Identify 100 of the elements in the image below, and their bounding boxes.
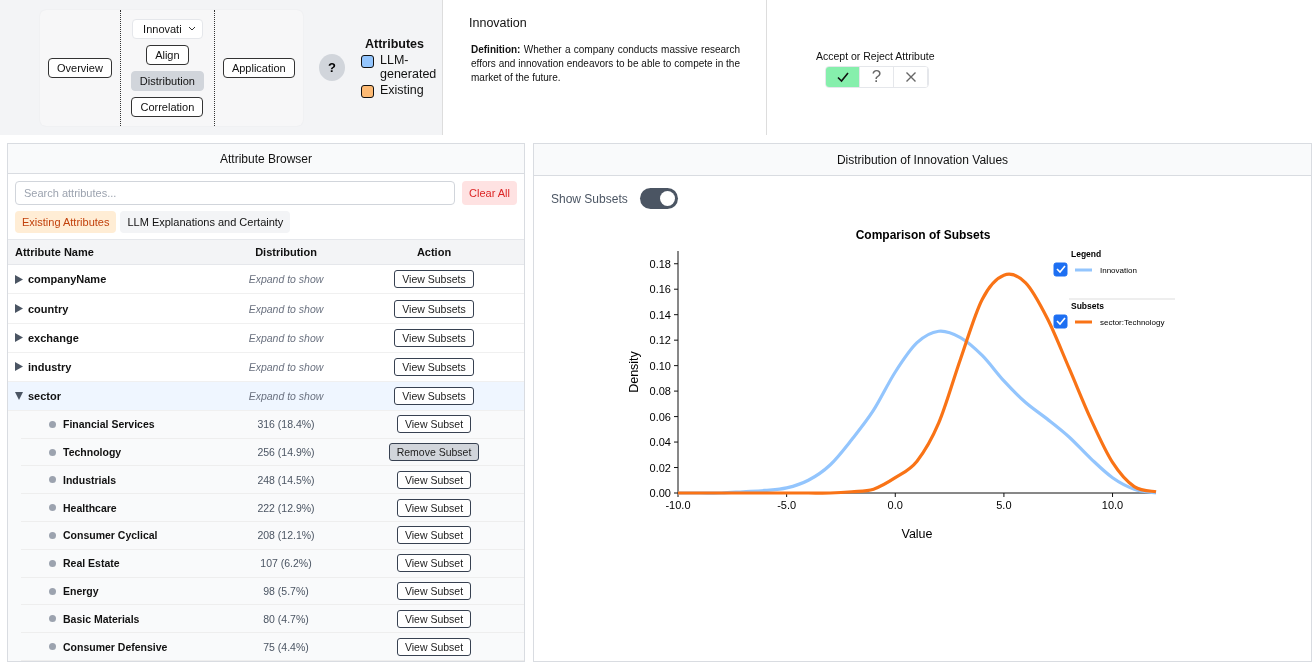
- count-cell-text: 316 (18.4%): [256, 418, 316, 431]
- definition-text: Definition: Whether a company conducts massive research effors and innovation endeavors to be able to compete in the market of the future.: [471, 43, 740, 85]
- attribute-name: industry: [28, 360, 72, 373]
- view-button[interactable]: Distribution: [130, 70, 204, 91]
- bullet-icon: [49, 504, 56, 512]
- legend-line: [1074, 320, 1092, 324]
- subset-button[interactable]: View Subset: [396, 637, 472, 656]
- legend-checkbox[interactable]: [1053, 314, 1067, 329]
- x-tick-label: 10.0: [1101, 499, 1123, 511]
- verdict-label: Accept or Reject Attribute: [816, 50, 935, 62]
- view-subsets-button[interactable]: View Subsets: [394, 299, 474, 318]
- legend-label: LLM-generated: [380, 53, 438, 81]
- caret-right-icon[interactable]: [15, 362, 23, 372]
- help-button[interactable]: ?: [318, 54, 345, 81]
- filter-tab[interactable]: LLM Explanations and Certainty: [120, 211, 291, 234]
- y-axis-label: Density: [626, 351, 641, 393]
- subset-button[interactable]: View Subset: [396, 470, 472, 489]
- attribute-name: country: [28, 302, 69, 315]
- x-tick-label: 5.0: [995, 499, 1012, 511]
- y-tick-label: 0.08: [649, 385, 671, 398]
- subset-name: Healthcare: [63, 501, 117, 514]
- y-tick-label: 0.06: [649, 410, 671, 423]
- toggle-label: Show Subsets: [551, 191, 628, 206]
- count-cell-text: 107 (6.2%): [259, 557, 313, 570]
- attribute-name: companyName: [28, 273, 107, 286]
- y-tick-label: 0.00: [649, 487, 671, 499]
- subset-name: Real Estate: [63, 557, 120, 570]
- bullet-icon: [49, 531, 56, 539]
- attribute-name: exchange: [28, 331, 79, 344]
- column-header: Distribution: [254, 245, 318, 261]
- bullet-icon: [49, 615, 56, 623]
- distribution-cell-text: Expand to show: [247, 389, 325, 402]
- view-button[interactable]: Correlation: [131, 96, 204, 117]
- legend-line: [1074, 268, 1092, 272]
- column-header: Attribute Name: [14, 245, 95, 261]
- panel-title: Distribution of Innovation Values: [534, 144, 1311, 176]
- caret-down-icon[interactable]: [15, 391, 23, 401]
- subset-name: Energy: [63, 585, 99, 597]
- attribute-dropdown[interactable]: Innovati: [132, 18, 203, 39]
- attribute-title: Innovation: [469, 16, 528, 30]
- subset-name: Consumer Defensive: [63, 640, 168, 653]
- distribution-cell-text: Expand to show: [247, 273, 325, 286]
- count-cell-text: 222 (12.9%): [256, 501, 316, 514]
- application-button[interactable]: Application: [222, 57, 295, 78]
- subset-name: Technology: [63, 446, 122, 459]
- x-tick-label: -5.0: [776, 499, 796, 511]
- bullet-icon: [49, 587, 56, 595]
- bullet-icon: [49, 448, 56, 456]
- clear-all-button[interactable]: Clear All: [462, 181, 517, 206]
- overview-button[interactable]: Overview: [48, 57, 112, 78]
- panel-title: Attribute Browser: [8, 144, 524, 175]
- view-subsets-button[interactable]: View Subsets: [394, 270, 474, 289]
- y-tick-label: 0.10: [649, 359, 671, 372]
- legend-heading: Subsets: [1070, 301, 1104, 311]
- subset-button[interactable]: View Subset: [396, 526, 472, 545]
- bullet-icon: [49, 476, 56, 484]
- search-field[interactable]: Search attributes...: [15, 181, 456, 206]
- legend-label: Innovation: [1099, 266, 1137, 275]
- subset-button[interactable]: View Subset: [396, 498, 472, 517]
- y-tick-label: 0.16: [649, 283, 671, 296]
- close-icon: [903, 70, 918, 84]
- subset-name: Consumer Cyclical: [63, 529, 158, 542]
- view-button[interactable]: Align: [146, 44, 189, 65]
- subset-name: Industrials: [63, 473, 117, 486]
- view-subsets-button[interactable]: View Subsets: [394, 386, 474, 405]
- legend-checkbox[interactable]: [1053, 262, 1067, 277]
- legend-heading: Legend: [1070, 249, 1101, 259]
- count-cell-text: 80 (4.7%): [262, 612, 310, 625]
- count-cell-text: 208 (12.1%): [256, 529, 316, 542]
- chevron-icon: [187, 25, 196, 32]
- subset-button[interactable]: View Subset: [396, 415, 472, 434]
- distribution-cell-text: Expand to show: [247, 302, 325, 315]
- x-axis-label: Value: [901, 527, 932, 541]
- subset-button[interactable]: Remove Subset: [388, 443, 480, 462]
- subset-name: Financial Services: [63, 418, 155, 431]
- y-tick-label: 0.12: [649, 334, 671, 347]
- bullet-icon: [49, 420, 56, 428]
- caret-right-icon[interactable]: [15, 304, 23, 313]
- bullet-icon: [49, 559, 56, 567]
- distribution-cell-text: Expand to show: [247, 331, 325, 344]
- subset-button[interactable]: View Subset: [396, 609, 472, 628]
- view-subsets-button[interactable]: View Subsets: [394, 328, 474, 347]
- count-cell-text: 75 (4.4%): [262, 640, 310, 653]
- count-cell-text: 248 (14.5%): [256, 473, 316, 486]
- distribution-cell-text: Expand to show: [247, 360, 325, 373]
- x-tick-label: 0.0: [887, 499, 903, 511]
- subset-button[interactable]: View Subset: [396, 582, 472, 600]
- caret-right-icon[interactable]: [15, 333, 23, 343]
- y-tick-label: 0.18: [649, 257, 671, 270]
- check-icon: [835, 70, 850, 84]
- view-subsets-button[interactable]: View Subsets: [394, 357, 474, 376]
- y-tick-label: 0.14: [649, 308, 671, 321]
- show-subsets-toggle[interactable]: [639, 188, 678, 209]
- bullet-icon: [49, 643, 56, 651]
- accept-button[interactable]: [826, 67, 860, 87]
- filter-tab[interactable]: Existing Attributes: [15, 211, 117, 234]
- caret-right-icon[interactable]: [15, 274, 23, 284]
- legend-label: sector:Technology: [1099, 318, 1164, 327]
- y-tick-label: 0.02: [649, 461, 671, 474]
- subset-button[interactable]: View Subset: [396, 554, 472, 573]
